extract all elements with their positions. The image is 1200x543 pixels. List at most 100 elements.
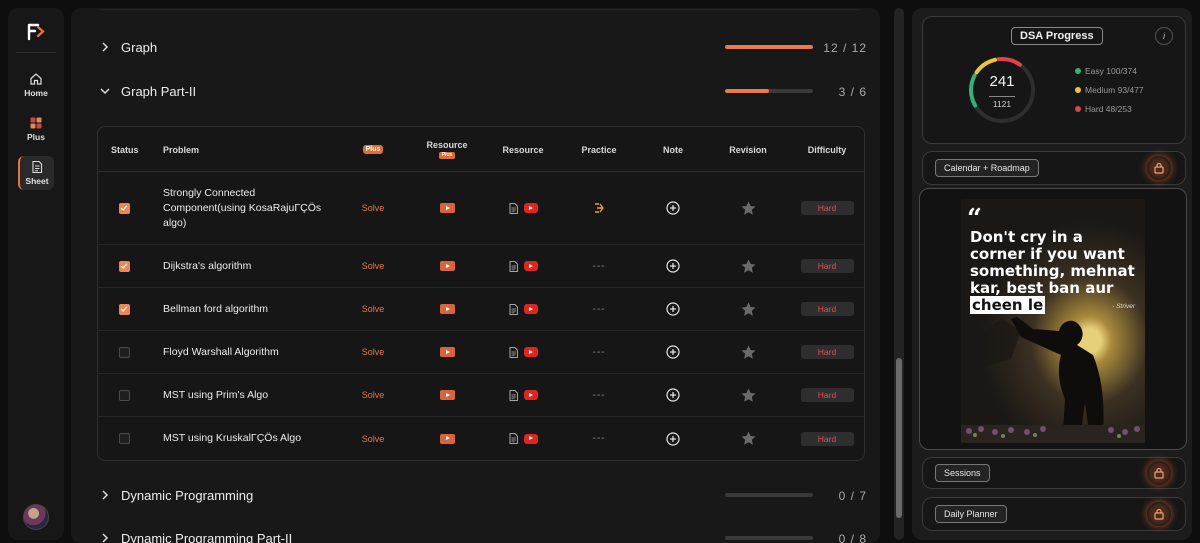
star-icon[interactable] — [740, 200, 757, 217]
status-checkbox[interactable] — [118, 389, 130, 401]
status-cell — [118, 172, 130, 244]
practice-icon[interactable] — [592, 202, 606, 214]
quote-card: “ Don't cry in a corner if you want some… — [919, 188, 1187, 450]
status-checkbox[interactable] — [118, 202, 130, 214]
article-icon[interactable] — [509, 389, 518, 401]
problem-name[interactable]: MST using KruskalΓÇÖs Algo — [163, 431, 338, 446]
difficulty-badge: Hard — [800, 345, 854, 359]
plus-video-icon[interactable] — [439, 304, 455, 314]
lock-button[interactable] — [1147, 502, 1171, 526]
chevron-right-icon[interactable] — [99, 532, 111, 543]
youtube-icon[interactable] — [523, 390, 538, 400]
topic-row-graph-part-2[interactable]: Graph Part-II 3 / 6 — [71, 77, 880, 107]
lock-button[interactable] — [1147, 461, 1171, 485]
solve-link[interactable]: Solve — [362, 304, 385, 314]
youtube-icon[interactable] — [523, 347, 538, 357]
youtube-icon[interactable] — [523, 433, 538, 444]
legend-hard: Hard 48/253 — [1075, 104, 1132, 114]
star-icon[interactable] — [740, 387, 757, 404]
plus-video-icon[interactable] — [439, 433, 455, 444]
solve-link[interactable]: Solve — [362, 203, 385, 213]
article-icon[interactable] — [509, 303, 518, 315]
plus-video-icon[interactable] — [439, 347, 455, 357]
difficulty-cell: Hard — [800, 417, 854, 460]
lock-button[interactable] — [1147, 156, 1171, 180]
solve-link[interactable]: Solve — [362, 390, 385, 400]
article-icon[interactable] — [509, 433, 518, 444]
revision-cell — [723, 331, 773, 373]
article-icon[interactable] — [509, 202, 518, 214]
star-icon[interactable] — [740, 301, 757, 318]
resource-cell — [496, 245, 550, 287]
topic-row-graph[interactable]: Graph 12 / 12 — [71, 33, 880, 63]
topic-name: Dynamic Programming — [121, 488, 254, 503]
note-cell — [653, 245, 693, 287]
practice-cell: --- — [573, 331, 625, 373]
problem-name[interactable]: Strongly Connected Component(using KosaR… — [163, 186, 338, 231]
star-icon[interactable] — [740, 430, 757, 447]
topic-progress-bar — [725, 536, 813, 540]
article-icon[interactable] — [509, 346, 518, 358]
add-note-icon[interactable] — [666, 302, 680, 316]
difficulty-badge: Hard — [800, 388, 854, 402]
solve-link[interactable]: Solve — [362, 347, 385, 357]
solve-link[interactable]: Solve — [362, 434, 385, 444]
dsa-progress-card: DSA Progress i 241 1121 Easy 100/374 Med… — [922, 16, 1186, 144]
hard-dot-icon — [1075, 106, 1081, 112]
calendar-roadmap-card[interactable]: Calendar + Roadmap — [922, 151, 1186, 185]
sessions-card[interactable]: Sessions — [922, 457, 1186, 489]
star-icon[interactable] — [740, 258, 757, 275]
status-checkbox[interactable] — [118, 346, 130, 358]
add-note-icon[interactable] — [666, 388, 680, 402]
topic-row-dynamic-programming-part-2[interactable]: Dynamic Programming Part-II 0 / 8 — [71, 524, 880, 543]
plus-video-icon[interactable] — [439, 390, 455, 400]
problem-name[interactable]: Bellman ford algorithm — [163, 302, 338, 317]
difficulty-badge: Hard — [800, 302, 854, 316]
add-note-icon[interactable] — [666, 201, 680, 215]
star-icon[interactable] — [740, 344, 757, 361]
add-note-icon[interactable] — [666, 259, 680, 273]
status-cell — [118, 288, 130, 330]
status-checkbox[interactable] — [118, 433, 130, 444]
app-logo[interactable] — [26, 22, 46, 42]
article-icon[interactable] — [509, 260, 518, 272]
youtube-icon[interactable] — [523, 203, 538, 213]
nav-item-home[interactable]: Home — [18, 68, 54, 102]
main-scrollbar[interactable] — [894, 8, 904, 540]
youtube-icon[interactable] — [523, 304, 538, 314]
resource-cell — [496, 417, 550, 460]
solve-link[interactable]: Solve — [362, 261, 385, 271]
plus-video-icon[interactable] — [439, 261, 455, 271]
chevron-right-icon[interactable] — [99, 41, 111, 53]
resource-cell — [496, 374, 550, 416]
status-checkbox[interactable] — [118, 260, 130, 272]
avatar[interactable] — [23, 504, 49, 530]
progress-ring-easy — [968, 57, 1035, 123]
add-note-icon[interactable] — [666, 345, 680, 359]
chevron-down-icon[interactable] — [99, 85, 111, 97]
info-icon[interactable]: i — [1155, 27, 1173, 45]
nav-item-plus[interactable]: Plus — [18, 112, 54, 146]
practice-empty: --- — [592, 260, 606, 272]
plus-video-icon[interactable] — [439, 203, 455, 213]
add-note-icon[interactable] — [666, 431, 680, 446]
problem-name[interactable]: Dijkstra's algorithm — [163, 259, 338, 274]
quote-body: Don't cry in a corner if you want someth… — [970, 228, 1135, 297]
plus-cell: Solve — [353, 288, 393, 330]
chevron-right-icon[interactable] — [99, 489, 111, 501]
youtube-icon[interactable] — [523, 261, 538, 271]
topic-row-dynamic-programming[interactable]: Dynamic Programming 0 / 7 — [71, 481, 880, 511]
practice-cell — [573, 172, 625, 244]
easy-dot-icon — [1075, 68, 1081, 74]
revision-cell — [723, 288, 773, 330]
header-note: Note — [663, 144, 683, 155]
problem-cell: Bellman ford algorithm — [163, 288, 343, 330]
daily-planner-card[interactable]: Daily Planner — [922, 497, 1186, 531]
resource-plus-cell — [418, 245, 476, 287]
scroll-thumb[interactable] — [896, 358, 902, 518]
problem-name[interactable]: Floyd Warshall Algorithm — [163, 345, 338, 360]
problems-table: Status Problem Plus Resource Plus Resour… — [97, 126, 865, 461]
nav-item-sheet[interactable]: Sheet — [18, 156, 54, 190]
status-checkbox[interactable] — [118, 303, 130, 315]
problem-name[interactable]: MST using Prim's Algo — [163, 388, 338, 403]
